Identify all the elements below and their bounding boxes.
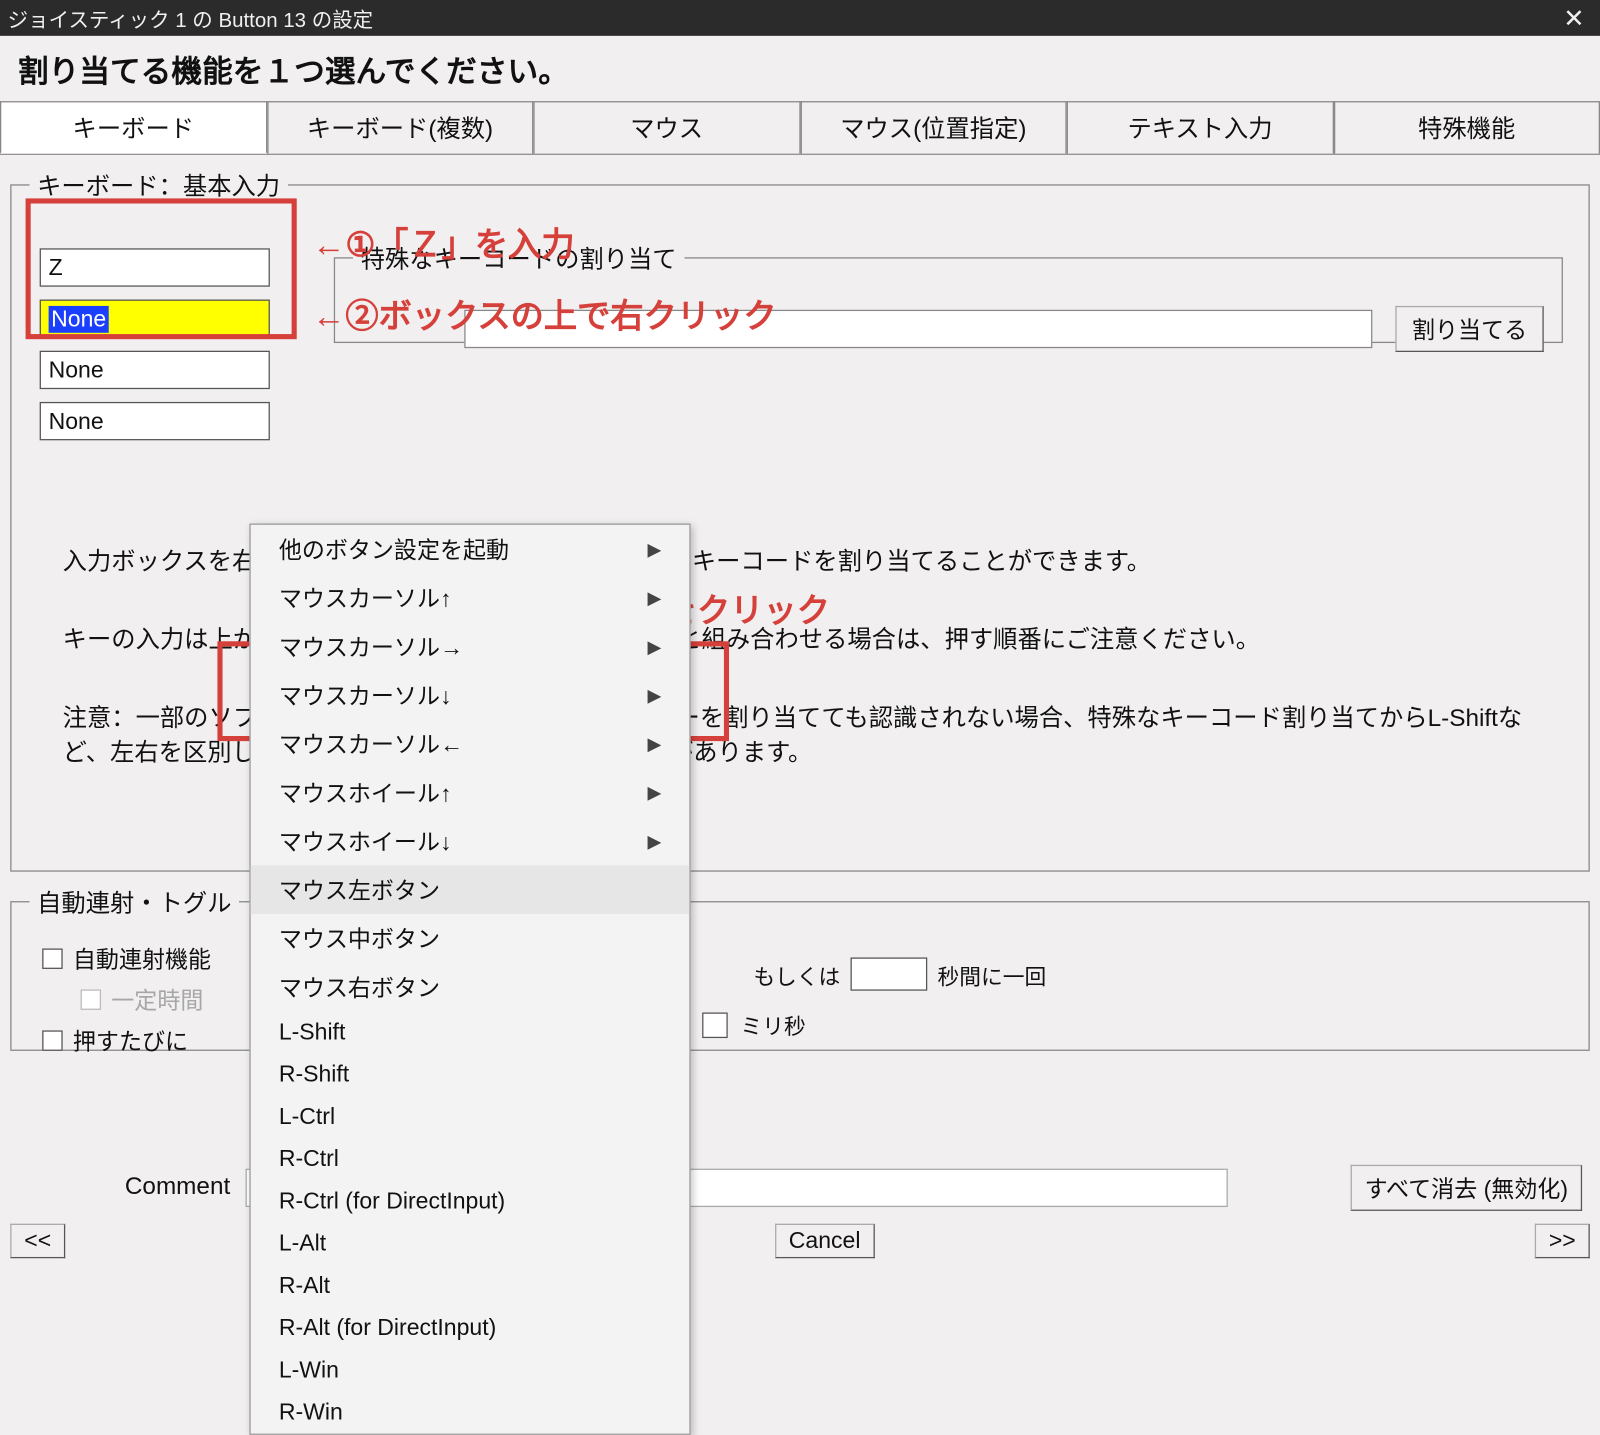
group-special-keycode: 特殊なキーコードの割り当て Clear 割り当てる — [334, 241, 1563, 343]
context-menu-item[interactable]: R-Win — [251, 1391, 690, 1433]
context-menu-item-label: マウス右ボタン — [279, 970, 440, 1003]
context-menu-item-label: R-Alt (for DirectInput) — [279, 1315, 496, 1342]
context-menu-item-label: マウスカーソル→ — [279, 630, 463, 663]
checkbox-fixed-time — [81, 989, 101, 1009]
chevron-right-icon: ▶ — [635, 781, 662, 803]
context-menu-item-label: R-Ctrl (for DirectInput) — [279, 1188, 505, 1215]
chevron-right-icon: ▶ — [635, 830, 662, 852]
context-menu-item[interactable]: 他のボタン設定を起動 ▶ — [251, 525, 690, 574]
context-menu-item[interactable]: マウスホイール↓ ▶ — [251, 817, 690, 866]
group-keyboard-basic: キーボード：基本入力 Z None None None 特殊なキーコードの割り当… — [10, 168, 1590, 872]
context-menu-item[interactable]: マウス右ボタン — [251, 963, 690, 1012]
sub-legend: 特殊なキーコードの割り当て — [353, 241, 684, 276]
nav-next-button[interactable]: >> — [1535, 1224, 1590, 1259]
label-each-press: 押すたびに — [73, 1024, 188, 1057]
label-autofire: 自動連射機能 — [73, 942, 211, 975]
checkbox-autofire[interactable] — [42, 948, 62, 968]
key-input-1[interactable]: Z — [40, 248, 270, 286]
auto-legend: 自動連射・トグル — [29, 884, 239, 919]
chevron-right-icon: ▶ — [635, 684, 662, 706]
tab-special[interactable]: 特殊機能 — [1333, 101, 1600, 153]
clear-all-button[interactable]: すべて消去 (無効化) — [1351, 1165, 1583, 1211]
context-menu-item[interactable]: L-Ctrl — [251, 1096, 690, 1138]
group-legend: キーボード：基本入力 — [29, 168, 287, 203]
context-menu-item[interactable]: マウスカーソル← ▶ — [251, 719, 690, 768]
label-seconds: 秒間に一回 — [937, 958, 1046, 990]
tab-mouse[interactable]: マウス — [533, 101, 800, 153]
tab-text-input[interactable]: テキスト入力 — [1067, 101, 1334, 153]
label-ms: ミリ秒 — [741, 1009, 806, 1041]
context-menu-item-label: マウスカーソル↓ — [279, 678, 452, 711]
tab-mouse-pos[interactable]: マウス(位置指定) — [800, 101, 1067, 153]
context-menu-item[interactable]: マウス左ボタン — [251, 865, 690, 914]
comment-label: Comment — [18, 1174, 235, 1202]
context-menu-item-label: R-Win — [279, 1399, 343, 1426]
context-menu-item[interactable]: L-Shift — [251, 1011, 690, 1053]
key-input-4[interactable]: None — [40, 402, 270, 440]
context-menu-item-label: マウス中ボタン — [279, 922, 440, 955]
context-menu-item[interactable]: マウスカーソル↑ ▶ — [251, 573, 690, 622]
assign-button[interactable]: 割り当てる — [1395, 306, 1543, 352]
context-menu-item-label: 他のボタン設定を起動 — [279, 532, 509, 565]
context-menu-item[interactable]: R-Ctrl (for DirectInput) — [251, 1180, 690, 1222]
nav-cancel-button[interactable]: Cancel — [775, 1224, 875, 1259]
context-menu[interactable]: 他のボタン設定を起動▶マウスカーソル↑▶マウスカーソル→▶マウスカーソル↓▶マウ… — [249, 524, 690, 1435]
nav-prev-button[interactable]: << — [10, 1224, 65, 1259]
context-menu-item-label: R-Shift — [279, 1061, 349, 1088]
context-menu-item-label: マウスホイール↑ — [279, 776, 452, 809]
context-menu-item[interactable]: L-Win — [251, 1349, 690, 1391]
context-menu-item-label: マウス左ボタン — [279, 873, 440, 906]
window-title: ジョイスティック 1 の Button 13 の設定 — [8, 3, 1556, 34]
checkbox-each-press[interactable] — [42, 1030, 62, 1050]
label-fixed-time: 一定時間 — [111, 983, 203, 1016]
tabs: キーボード キーボード(複数) マウス マウス(位置指定) テキスト入力 特殊機… — [0, 101, 1600, 155]
chevron-right-icon: ▶ — [635, 733, 662, 755]
context-menu-item[interactable]: マウス中ボタン — [251, 914, 690, 963]
context-menu-item[interactable]: R-Ctrl — [251, 1138, 690, 1180]
context-menu-item[interactable]: マウスホイール↑ ▶ — [251, 768, 690, 817]
context-menu-item-label: L-Ctrl — [279, 1103, 335, 1130]
chevron-right-icon: ▶ — [635, 587, 662, 609]
titlebar: ジョイスティック 1 の Button 13 の設定 ✕ — [0, 0, 1600, 36]
special-keycode-input[interactable] — [464, 310, 1372, 348]
context-menu-item[interactable]: R-Shift — [251, 1053, 690, 1095]
chevron-right-icon: ▶ — [635, 636, 662, 658]
context-menu-item-label: L-Shift — [279, 1019, 346, 1046]
page-body: キーボード：基本入力 Z None None None 特殊なキーコードの割り当… — [0, 168, 1600, 1269]
tab-keyboard[interactable]: キーボード — [0, 101, 267, 153]
context-menu-item-label: マウスホイール↓ — [279, 824, 452, 857]
close-icon[interactable]: ✕ — [1556, 2, 1593, 34]
chevron-right-icon: ▶ — [635, 538, 662, 560]
context-menu-item-label: R-Alt — [279, 1272, 330, 1299]
tab-keyboard-multi[interactable]: キーボード(複数) — [267, 101, 534, 153]
seconds-input[interactable] — [851, 957, 928, 990]
page-instruction: 割り当てる機能を１つ選んでください。 — [0, 36, 1600, 99]
context-menu-item[interactable]: マウスカーソル↓ ▶ — [251, 671, 690, 720]
context-menu-item[interactable]: R-Alt (for DirectInput) — [251, 1307, 690, 1349]
context-menu-item[interactable]: マウスカーソル→ ▶ — [251, 622, 690, 671]
context-menu-item-label: マウスカーソル← — [279, 727, 463, 760]
group-auto-fire: 自動連射・トグル 自動連射機能 一定時間 押すたびに もしくは 秒間に一回 ミリ… — [10, 884, 1590, 1050]
context-menu-item-label: マウスカーソル↑ — [279, 581, 452, 614]
context-menu-item-label: L-Win — [279, 1357, 339, 1384]
key-input-3[interactable]: None — [40, 351, 270, 389]
checkbox-ms[interactable] — [702, 1012, 728, 1038]
context-menu-item[interactable]: L-Alt — [251, 1222, 690, 1264]
key-input-2[interactable]: None — [40, 300, 270, 338]
context-menu-item-label: L-Alt — [279, 1230, 326, 1257]
context-menu-item[interactable]: R-Alt — [251, 1265, 690, 1307]
context-menu-item-label: R-Ctrl — [279, 1146, 339, 1173]
label-or: もしくは — [753, 958, 840, 990]
